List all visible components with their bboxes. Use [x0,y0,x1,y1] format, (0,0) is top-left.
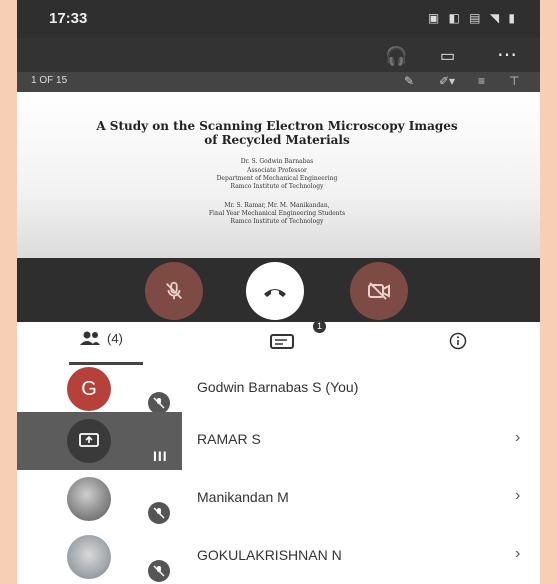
slide-title: A Study on the Scanning Electron Microsc… [77,119,477,147]
avatar [67,419,111,463]
toggle-camera-button[interactable] [350,262,408,320]
muted-indicator [148,502,170,524]
phone-screen: 17:33 ▣ ◧ ▤ ◥ ▮ 🎧 ▭ ⋯ 1 OF 15 ✎ ✐▾ ≡ ⊤ A… [17,0,540,584]
slide-author-line: Mr. S. Ramar, Mr. M. Manikandan, [224,202,330,209]
avatar-area [17,470,182,528]
slide-author-line: Dr. S. Godwin Barnabas [240,158,314,165]
pen-icon[interactable]: ✎ [404,74,414,88]
headphones-icon[interactable]: 🎧 [385,46,407,67]
avatar [67,535,111,579]
people-count: (4) [107,330,123,346]
slide-title-line: A Study on the Scanning Electron Microsc… [96,119,458,133]
hang-up-icon [264,289,286,297]
avatar: G [67,367,111,411]
participant-row[interactable]: G Godwin Barnabas S (You) [17,360,540,418]
pin-icon[interactable]: ⊤ [509,74,519,88]
muted-indicator [148,392,170,414]
participant-name: Manikandan M [197,489,289,505]
presentation-bar: 1 OF 15 ✎ ✐▾ ≡ ⊤ [17,72,540,92]
avatar [67,477,111,521]
status-icons: ▣ ◧ ▤ ◥ ▮ [427,11,518,25]
chat-badge: 1 [313,320,326,333]
participant-name: GOKULAKRISHNAN N [197,547,342,563]
participant-row[interactable]: III RAMAR S › [17,412,540,470]
mute-microphone-button[interactable] [145,262,203,320]
chevron-right-icon[interactable]: › [515,487,520,505]
avatar-area: G [17,360,182,418]
page-counter: 1 OF 15 [31,75,68,86]
info-icon [449,332,467,350]
end-call-button[interactable] [246,262,304,320]
video-area: 17:33 ▣ ◧ ▤ ◥ ▮ 🎧 ▭ ⋯ 1 OF 15 ✎ ✐▾ ≡ ⊤ A… [17,0,540,322]
status-bar: 17:33 ▣ ◧ ▤ ◥ ▮ [17,0,540,38]
layout-icon[interactable]: ≡ [478,74,485,88]
muted-indicator [148,560,170,582]
tab-chat[interactable] [269,332,297,350]
participant-row[interactable]: Manikandan M › [17,470,540,528]
slide-title-line: of Recycled Materials [204,133,350,147]
avatar-area: III [17,412,182,470]
slide-author-line: Final Year Mechanical Engineering Studen… [208,210,346,217]
participant-row[interactable]: GOKULAKRISHNAN N › [17,528,540,584]
camera-off-icon [368,282,390,300]
tab-people[interactable]: (4) [79,330,123,346]
presentation-slide: A Study on the Scanning Electron Microsc… [17,92,540,258]
speaking-indicator-icon: III [153,448,168,464]
slide-author-line: Department of Mechanical Engineering [216,175,338,182]
presenting-icon [79,433,99,447]
chevron-right-icon[interactable]: › [515,545,520,563]
tab-info[interactable] [449,332,467,350]
avatar-area [17,528,182,584]
participant-name: Godwin Barnabas S (You) [197,379,359,395]
call-controls [17,258,540,322]
chevron-right-icon[interactable]: › [515,429,520,447]
mic-off-icon [166,281,182,300]
mic-muted-icon [153,565,165,577]
captions-icon[interactable]: ▭ [440,46,455,66]
highlighter-icon[interactable]: ✐▾ [439,74,455,88]
slide-author-line: Ramco Institute of Technology [230,183,324,190]
mic-muted-icon [153,397,165,409]
people-icon [80,331,100,345]
slide-author-line: Associate Professor [247,167,307,174]
more-options-icon[interactable]: ⋯ [497,42,517,67]
mic-muted-icon [153,507,165,519]
chat-icon [270,334,294,349]
participant-name: RAMAR S [197,431,261,447]
status-time: 17:33 [49,10,88,27]
slide-author-line: Ramco Institute of Technology [230,218,324,225]
